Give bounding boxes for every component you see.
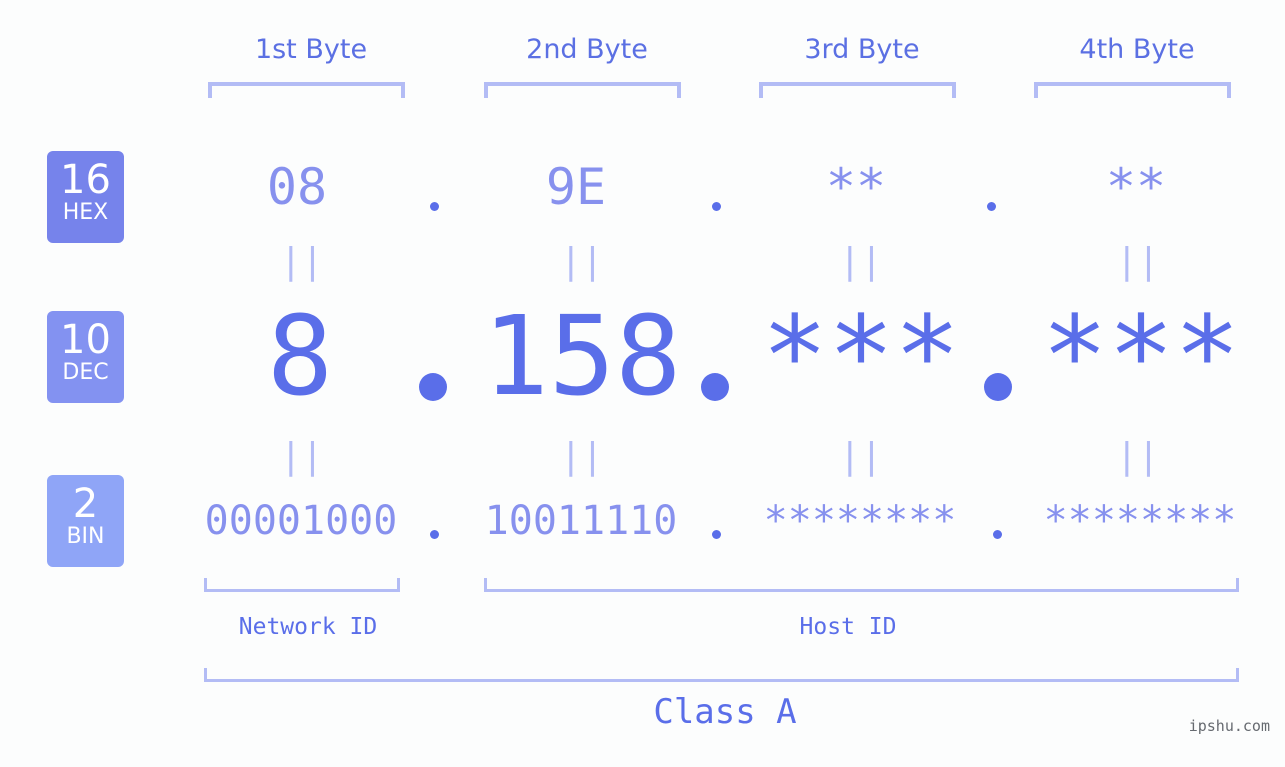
class-bracket bbox=[204, 668, 1239, 682]
dec-byte-2: 158 bbox=[482, 292, 682, 420]
dec-badge-number: 10 bbox=[60, 317, 111, 363]
byte-1-bracket bbox=[208, 82, 405, 98]
network-id-bracket bbox=[204, 578, 400, 592]
hex-dot-1 bbox=[430, 202, 439, 211]
dec-dot-1 bbox=[419, 373, 447, 401]
hex-byte-4: ** bbox=[1105, 158, 1167, 216]
host-id-label: Host ID bbox=[799, 614, 897, 640]
hex-byte-3: ** bbox=[825, 158, 887, 216]
dec-badge: 10 DEC bbox=[47, 311, 124, 403]
equals-icon: || bbox=[1116, 241, 1160, 282]
byte-2-label: 2nd Byte bbox=[526, 34, 648, 65]
equals-icon: || bbox=[560, 241, 604, 282]
dec-byte-1: 8 bbox=[266, 292, 334, 420]
hex-byte-2: 9E bbox=[545, 158, 607, 216]
bin-byte-3: ******** bbox=[763, 498, 957, 544]
bin-badge-number: 2 bbox=[72, 481, 99, 527]
hex-dot-3 bbox=[987, 202, 996, 211]
dec-byte-3: *** bbox=[761, 292, 961, 420]
hex-badge: 16 HEX bbox=[47, 151, 124, 243]
dec-dot-3 bbox=[984, 373, 1012, 401]
equals-icon: || bbox=[560, 436, 604, 477]
equals-icon: || bbox=[839, 241, 883, 282]
byte-3-bracket bbox=[759, 82, 956, 98]
equals-icon: || bbox=[280, 241, 324, 282]
host-id-bracket bbox=[484, 578, 1239, 592]
bin-badge: 2 BIN bbox=[47, 475, 124, 567]
bin-byte-2: 10011110 bbox=[484, 498, 678, 544]
equals-icon: || bbox=[839, 436, 883, 477]
bin-byte-4: ******** bbox=[1043, 498, 1237, 544]
byte-3-label: 3rd Byte bbox=[804, 34, 920, 65]
equals-icon: || bbox=[1116, 436, 1160, 477]
byte-4-label: 4th Byte bbox=[1079, 34, 1195, 65]
watermark: ipshu.com bbox=[1188, 717, 1270, 735]
bin-dot-1 bbox=[430, 530, 439, 539]
bin-dot-3 bbox=[993, 530, 1002, 539]
hex-badge-number: 16 bbox=[60, 157, 111, 203]
ip-class-label: Class A bbox=[653, 692, 797, 732]
dec-byte-4: *** bbox=[1041, 292, 1241, 420]
hex-badge-label: HEX bbox=[62, 200, 109, 225]
byte-4-bracket bbox=[1034, 82, 1231, 98]
byte-1-label: 1st Byte bbox=[254, 34, 368, 65]
hex-byte-1: 08 bbox=[266, 158, 328, 216]
bin-badge-label: BIN bbox=[66, 524, 105, 549]
bin-byte-1: 00001000 bbox=[204, 498, 398, 544]
hex-dot-2 bbox=[712, 202, 721, 211]
equals-icon: || bbox=[280, 436, 324, 477]
network-id-label: Network ID bbox=[238, 614, 378, 640]
dec-dot-2 bbox=[701, 373, 729, 401]
dec-badge-label: DEC bbox=[62, 360, 109, 385]
byte-2-bracket bbox=[484, 82, 681, 98]
bin-dot-2 bbox=[712, 530, 721, 539]
